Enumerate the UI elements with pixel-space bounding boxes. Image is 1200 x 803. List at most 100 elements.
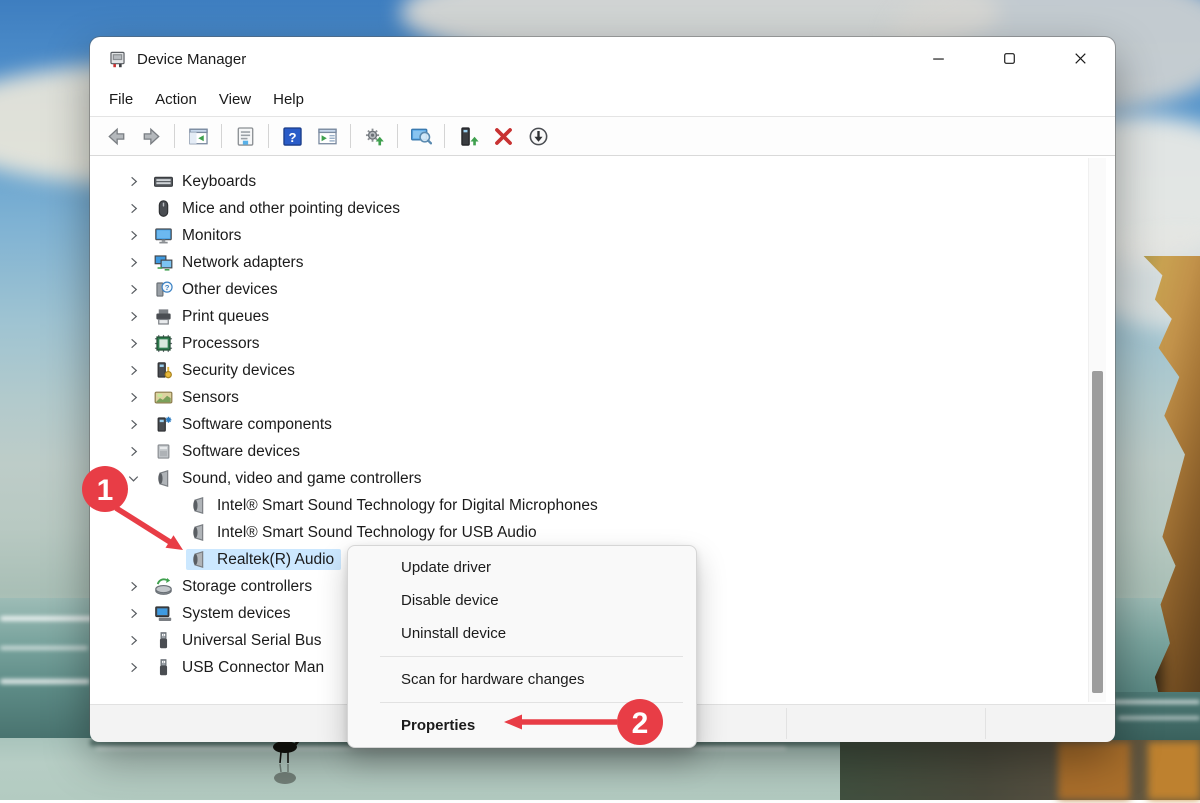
- back-button[interactable]: [100, 121, 132, 151]
- wave-foam: [0, 679, 90, 684]
- svg-text:?: ?: [288, 129, 296, 144]
- toolbar-separator: [444, 124, 445, 148]
- toolbar: ?: [90, 116, 1115, 156]
- toolbar-separator: [350, 124, 351, 148]
- console-tree-button[interactable]: [182, 121, 214, 151]
- menu-action[interactable]: Action: [144, 87, 208, 112]
- tree-item-keyboards[interactable]: Keyboards: [90, 168, 1115, 195]
- chevron-right-icon[interactable]: [126, 660, 146, 676]
- menu-view[interactable]: View: [208, 87, 262, 112]
- tree-item-software-devices[interactable]: Software devices: [90, 438, 1115, 465]
- uninstall-button[interactable]: [487, 121, 519, 151]
- chevron-right-icon[interactable]: [126, 201, 146, 217]
- tree-item-processors[interactable]: Processors: [90, 330, 1115, 357]
- minimize-button[interactable]: [915, 39, 961, 81]
- chevron-down-icon[interactable]: [126, 471, 146, 487]
- chevron-right-icon[interactable]: [126, 174, 146, 190]
- context-menu-item-update-driver[interactable]: Update driver: [348, 551, 696, 584]
- tree-item-software-components[interactable]: Software components: [90, 411, 1115, 438]
- close-button[interactable]: [1057, 39, 1103, 81]
- tree-item-content: Security devices: [151, 360, 302, 381]
- tree-item-content: Mice and other pointing devices: [151, 198, 407, 219]
- tree-item-sensors[interactable]: Sensors: [90, 384, 1115, 411]
- update-driver-button[interactable]: [358, 121, 390, 151]
- cliff-reflection: [1148, 742, 1200, 800]
- sensor-icon: [154, 388, 173, 407]
- network-adapter-icon: [154, 253, 173, 272]
- window-title: Device Manager: [137, 51, 246, 68]
- caption-buttons: [915, 39, 1115, 81]
- chevron-right-icon[interactable]: [126, 255, 146, 271]
- tree-item-label: USB Connector Man: [182, 659, 324, 677]
- unknown-device-icon: ?: [154, 280, 173, 299]
- svg-text:?: ?: [165, 283, 170, 292]
- menu-help[interactable]: Help: [262, 87, 315, 112]
- scan-hardware-button[interactable]: [405, 121, 437, 151]
- chevron-right-icon[interactable]: [126, 228, 146, 244]
- chevron-right-icon[interactable]: [126, 579, 146, 595]
- chevron-right-icon[interactable]: [126, 309, 146, 325]
- properties-icon: [235, 126, 256, 147]
- tree-item-label: Storage controllers: [182, 578, 312, 596]
- tree-item-print-queues[interactable]: Print queues: [90, 303, 1115, 330]
- tree-item-mice-and-other-pointing-devices[interactable]: Mice and other pointing devices: [90, 195, 1115, 222]
- tree-item-other-devices[interactable]: ?Other devices: [90, 276, 1115, 303]
- speaker-icon: [189, 496, 208, 515]
- chevron-right-icon[interactable]: [126, 282, 146, 298]
- maximize-button[interactable]: [986, 39, 1032, 81]
- context-menu-item-disable-device[interactable]: Disable device: [348, 584, 696, 617]
- chevron-right-icon[interactable]: [126, 390, 146, 406]
- context-menu: Update driverDisable deviceUninstall dev…: [347, 545, 697, 748]
- tree-item-content: Network adapters: [151, 252, 310, 273]
- wave-foam: [1112, 700, 1200, 704]
- tree-item-intel-smart-sound-technology-for-digital-microphones[interactable]: Intel® Smart Sound Technology for Digita…: [90, 492, 1115, 519]
- help-icon: ?: [282, 126, 303, 147]
- forward-button[interactable]: [135, 121, 167, 151]
- tree-item-content: Universal Serial Bus: [151, 630, 329, 651]
- tree-item-content: System devices: [151, 603, 298, 624]
- help-button[interactable]: ?: [276, 121, 308, 151]
- tree-item-intel-smart-sound-technology-for-usb-audio[interactable]: Intel® Smart Sound Technology for USB Au…: [90, 519, 1115, 546]
- chevron-right-icon[interactable]: [126, 417, 146, 433]
- tree-item-content: Storage controllers: [151, 576, 319, 597]
- tree-item-content: Sensors: [151, 387, 246, 408]
- tree-item-sound-video-and-game-controllers[interactable]: Sound, video and game controllers: [90, 465, 1115, 492]
- properties-button[interactable]: [229, 121, 261, 151]
- wave-foam: [0, 646, 88, 650]
- chevron-right-icon[interactable]: [126, 444, 146, 460]
- disable-device-button[interactable]: [522, 121, 554, 151]
- context-menu-separator: [380, 656, 683, 657]
- tree-item-label: Processors: [182, 335, 260, 353]
- tree-item-label: Software components: [182, 416, 332, 434]
- tree-item-network-adapters[interactable]: Network adapters: [90, 249, 1115, 276]
- chevron-right-icon[interactable]: [126, 363, 146, 379]
- tree-item-label: Security devices: [182, 362, 295, 380]
- tree-item-content: Intel® Smart Sound Technology for Digita…: [186, 495, 605, 516]
- chevron-right-icon[interactable]: [126, 633, 146, 649]
- mouse-icon: [154, 199, 173, 218]
- tree-item-content: Software components: [151, 414, 339, 435]
- menu-file[interactable]: File: [98, 87, 144, 112]
- tree-item-label: Realtek(R) Audio: [217, 551, 334, 569]
- wave-foam: [1118, 716, 1200, 720]
- tree-item-security-devices[interactable]: Security devices: [90, 357, 1115, 384]
- screen: { "window": { "title": "Device Manager",…: [0, 0, 1200, 800]
- chevron-right-icon[interactable]: [126, 336, 146, 352]
- action-pane-button[interactable]: [311, 121, 343, 151]
- scrollbar-thumb[interactable]: [1092, 371, 1103, 693]
- vertical-scrollbar[interactable]: [1088, 158, 1106, 702]
- add-drivers-button[interactable]: [452, 121, 484, 151]
- context-menu-item-uninstall-device[interactable]: Uninstall device: [348, 617, 696, 650]
- tree-item-monitors[interactable]: Monitors: [90, 222, 1115, 249]
- software-device-icon: [154, 442, 173, 461]
- maximize-icon: [1001, 50, 1018, 70]
- monitor-icon: [154, 226, 173, 245]
- context-menu-item-scan-for-hardware-changes[interactable]: Scan for hardware changes: [348, 663, 696, 696]
- toolbar-separator: [174, 124, 175, 148]
- speaker-icon: [154, 469, 173, 488]
- security-device-icon: [154, 361, 173, 380]
- usb-icon: [154, 631, 173, 650]
- context-menu-item-properties[interactable]: Properties: [348, 709, 696, 742]
- tree-item-label: Mice and other pointing devices: [182, 200, 400, 218]
- chevron-right-icon[interactable]: [126, 606, 146, 622]
